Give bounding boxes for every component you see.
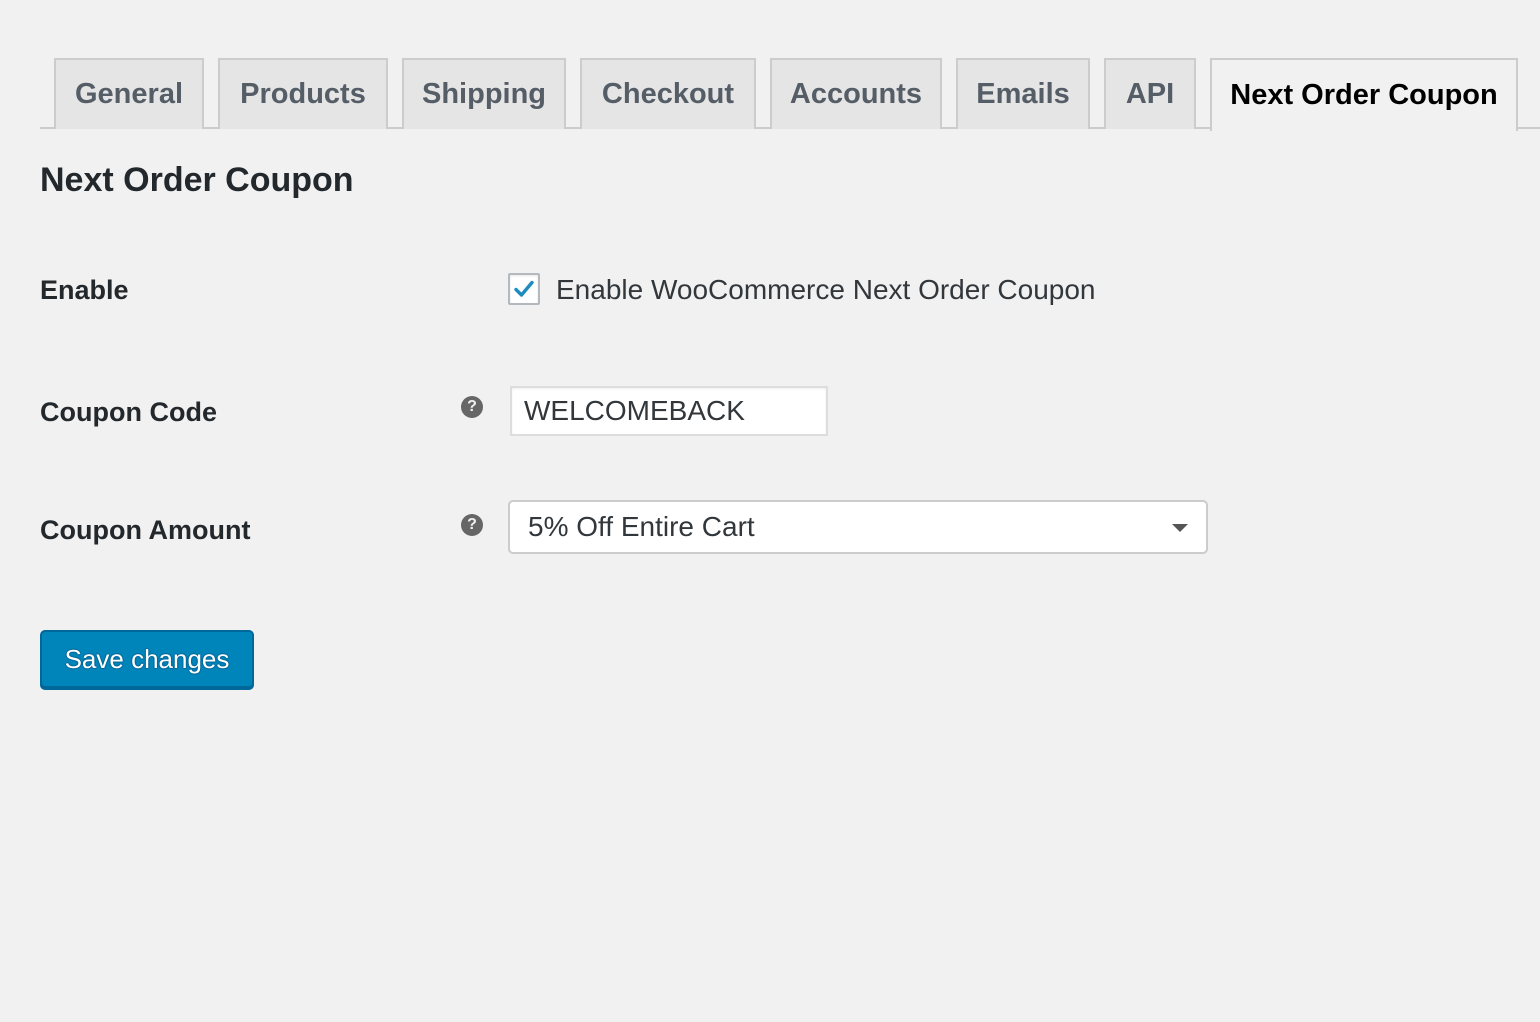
enable-label: Enable: [40, 275, 129, 305]
question-circle-icon[interactable]: ?: [461, 514, 483, 536]
tab-api[interactable]: API: [1104, 58, 1196, 129]
save-changes-button[interactable]: Save changes: [40, 630, 254, 688]
tab-shipping[interactable]: Shipping: [402, 58, 566, 129]
settings-tabs: General Products Shipping Checkout Accou…: [40, 58, 1540, 131]
question-circle-icon[interactable]: ?: [461, 396, 483, 418]
tab-products[interactable]: Products: [218, 58, 388, 129]
tab-accounts[interactable]: Accounts: [770, 58, 942, 129]
tab-emails[interactable]: Emails: [956, 58, 1090, 129]
coupon-amount-select[interactable]: 5% Off Entire Cart: [508, 500, 1208, 554]
tab-next-order-coupon[interactable]: Next Order Coupon: [1210, 58, 1518, 131]
coupon-code-input[interactable]: [510, 386, 828, 436]
tab-checkout[interactable]: Checkout: [580, 58, 756, 129]
coupon-amount-label: Coupon Amount: [40, 515, 251, 545]
coupon-amount-selected-value: 5% Off Entire Cart: [528, 511, 755, 542]
chevron-down-icon: [1172, 524, 1188, 532]
checkmark-icon: [514, 280, 534, 297]
coupon-code-label: Coupon Code: [40, 397, 217, 427]
enable-checkbox-label[interactable]: Enable WooCommerce Next Order Coupon: [556, 272, 1096, 308]
page-title: Next Order Coupon: [40, 161, 354, 199]
enable-checkbox[interactable]: [508, 273, 540, 305]
tab-general[interactable]: General: [54, 58, 204, 129]
